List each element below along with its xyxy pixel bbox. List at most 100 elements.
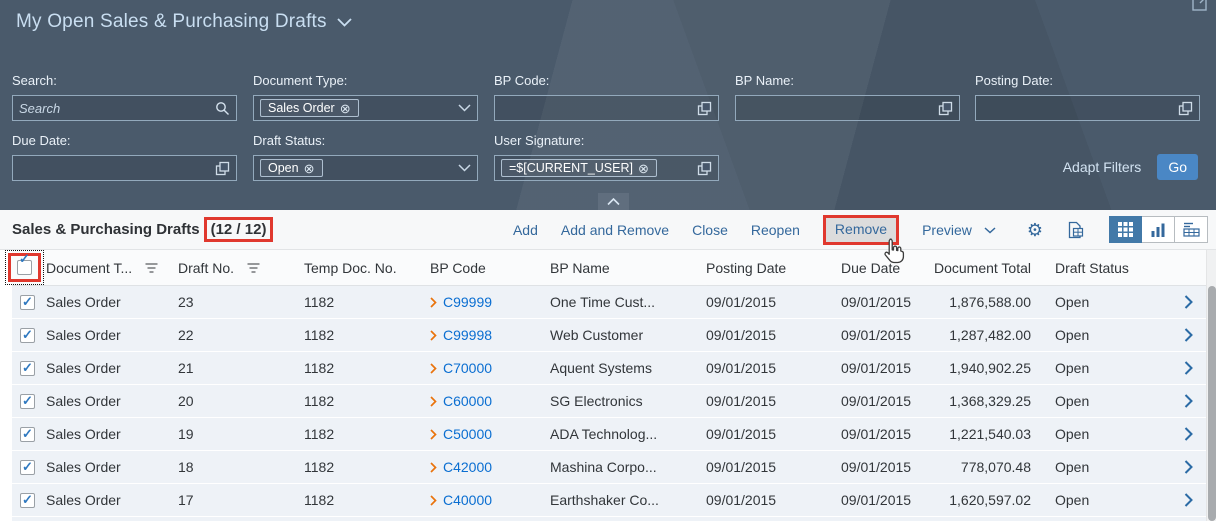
grid-view-button[interactable] (1109, 216, 1142, 243)
document-type-select[interactable]: Sales Order ⊗ (253, 95, 478, 121)
bp-code-input[interactable] (501, 100, 697, 116)
preview-menu-chevron-icon[interactable] (984, 221, 996, 239)
row-navigate-chevron-icon[interactable] (1184, 328, 1193, 342)
reopen-button[interactable]: Reopen (751, 222, 800, 238)
cell-posting-date: 09/01/2015 (706, 492, 777, 508)
add-button[interactable]: Add (513, 222, 538, 238)
bp-code-link[interactable]: C70000 (443, 360, 492, 376)
bp-code-chevron-icon (430, 362, 437, 374)
search-icon[interactable] (215, 101, 230, 116)
bp-code-link[interactable]: C40000 (443, 492, 492, 508)
cell-temp-doc-no: 1182 (304, 360, 335, 376)
cell-document-type: Sales Order (46, 426, 121, 442)
row-checkbox[interactable] (20, 360, 35, 376)
chart-view-button[interactable] (1142, 216, 1175, 243)
cell-draft-no: 19 (178, 426, 194, 442)
value-help-icon[interactable] (1178, 101, 1193, 116)
cell-document-type: Sales Order (46, 393, 121, 409)
add-and-remove-button[interactable]: Add and Remove (561, 222, 669, 238)
user-signature-field: =$[CURRENT_USER] ⊗ (494, 155, 719, 181)
remove-button[interactable]: Remove (835, 221, 887, 237)
scrollbar-thumb[interactable] (1208, 286, 1216, 521)
row-checkbox[interactable] (20, 426, 35, 442)
row-navigate-chevron-icon[interactable] (1184, 460, 1193, 474)
cell-draft-no: 22 (178, 327, 194, 343)
table-row[interactable]: Sales Order 23 1182 C99999 One Time Cust… (12, 286, 1206, 319)
column-header-document-type[interactable]: Document T... (46, 260, 132, 276)
adapt-filters-link[interactable]: Adapt Filters (1063, 159, 1142, 175)
posting-date-label: Posting Date: (975, 73, 1054, 88)
bp-code-link[interactable]: C50000 (443, 426, 492, 442)
page-title-row[interactable]: My Open Sales & Purchasing Drafts (16, 11, 352, 33)
close-button[interactable]: Close (692, 222, 728, 238)
token-remove-icon[interactable]: ⊗ (638, 162, 649, 175)
row-count: (12 / 12) (210, 221, 267, 238)
annotation-box-select-all (8, 253, 41, 282)
cell-bp-name: One Time Cust... (550, 294, 656, 310)
row-checkbox[interactable] (20, 393, 35, 409)
bp-code-field (494, 95, 719, 121)
value-help-icon[interactable] (938, 101, 953, 116)
chevron-down-icon[interactable] (458, 164, 471, 172)
value-help-icon[interactable] (215, 161, 230, 176)
row-navigate-chevron-icon[interactable] (1184, 493, 1193, 507)
row-navigate-chevron-icon[interactable] (1184, 295, 1193, 309)
table-row[interactable]: Sales Order 21 1182 C70000 Aquent System… (12, 352, 1206, 385)
value-help-icon[interactable] (697, 161, 712, 176)
bp-code-link[interactable]: C42000 (443, 459, 492, 475)
draft-status-select[interactable]: Open ⊗ (253, 155, 478, 181)
column-header-posting-date[interactable]: Posting Date (690, 260, 825, 276)
bp-code-link[interactable]: C99999 (443, 294, 492, 310)
open-new-window-icon[interactable] (1191, 0, 1211, 18)
cell-document-type: Sales Order (46, 459, 121, 475)
chevron-down-icon[interactable] (458, 104, 471, 112)
table-row[interactable]: Sales Order 20 1182 C60000 SG Electronic… (12, 385, 1206, 418)
row-navigate-chevron-icon[interactable] (1184, 394, 1193, 408)
view-switcher (1109, 216, 1208, 243)
row-checkbox[interactable] (20, 492, 35, 508)
table-row[interactable]: Sales Order 18 1182 C42000 Mashina Corpo… (12, 451, 1206, 484)
token-remove-icon[interactable]: ⊗ (304, 162, 315, 175)
chart-table-view-button[interactable] (1175, 216, 1208, 243)
vertical-scrollbar[interactable] (1206, 250, 1216, 521)
title-chevron-down-icon[interactable] (337, 17, 352, 27)
column-filter-icon[interactable] (247, 260, 260, 276)
row-checkbox[interactable] (20, 459, 35, 475)
preview-button[interactable]: Preview (922, 222, 972, 238)
cell-draft-status: Open (1055, 426, 1090, 442)
posting-date-input[interactable] (982, 100, 1178, 116)
value-help-icon[interactable] (697, 101, 712, 116)
column-header-draft-status[interactable]: Draft Status (1055, 260, 1170, 276)
table-row[interactable]: Sales Order 19 1182 C50000 ADA Technolog… (12, 418, 1206, 451)
settings-gear-icon[interactable]: ⚙ (1027, 221, 1043, 239)
table-row[interactable]: Sales Order 22 1182 C99998 Web Customer … (12, 319, 1206, 352)
column-header-bp-name[interactable]: BP Name (550, 260, 690, 276)
row-navigate-chevron-icon[interactable] (1184, 427, 1193, 441)
cell-due-date: 09/01/2015 (841, 459, 912, 475)
cell-due-date: 09/01/2015 (841, 327, 912, 343)
export-spreadsheet-icon[interactable] (1066, 221, 1084, 239)
cell-draft-status: Open (1055, 294, 1090, 310)
token-remove-icon[interactable]: ⊗ (340, 102, 351, 115)
collapse-filter-bar-tab[interactable] (598, 193, 629, 210)
cell-posting-date: 09/01/2015 (706, 360, 777, 376)
go-button[interactable]: Go (1157, 154, 1198, 180)
cell-draft-no: 17 (178, 492, 194, 508)
draft-status-token: Open ⊗ (260, 159, 323, 177)
column-header-due-date[interactable]: Due Date (825, 260, 925, 276)
column-header-bp-code[interactable]: BP Code (430, 260, 550, 276)
bp-name-input[interactable] (742, 100, 938, 116)
select-all-checkbox[interactable] (17, 260, 32, 275)
column-header-temp-doc-no[interactable]: Temp Doc. No. (304, 260, 430, 276)
column-header-document-total[interactable]: Document Total (925, 260, 1055, 276)
due-date-input[interactable] (19, 160, 215, 176)
row-checkbox[interactable] (20, 294, 35, 310)
column-header-draft-no[interactable]: Draft No. (178, 260, 234, 276)
row-navigate-chevron-icon[interactable] (1184, 361, 1193, 375)
column-filter-icon[interactable] (145, 260, 158, 276)
bp-code-link[interactable]: C99998 (443, 327, 492, 343)
row-checkbox[interactable] (20, 327, 35, 343)
bp-code-link[interactable]: C60000 (443, 393, 492, 409)
search-input[interactable] (19, 100, 215, 116)
table-row[interactable]: Sales Order 17 1182 C40000 Earthshaker C… (12, 484, 1206, 517)
